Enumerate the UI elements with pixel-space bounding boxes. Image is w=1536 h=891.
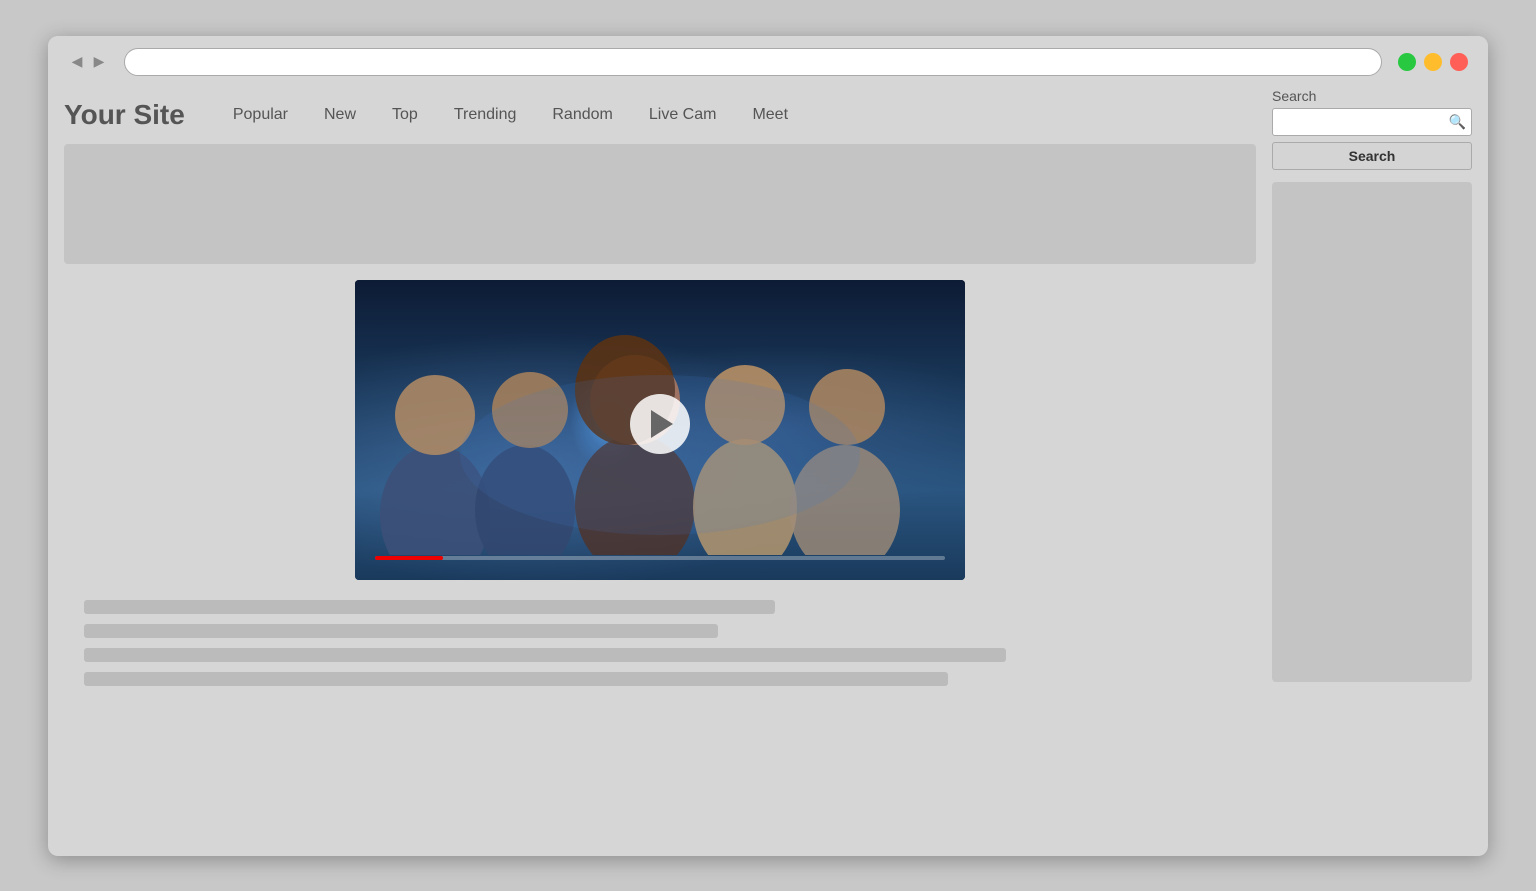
search-input-wrap: 🔍 <box>1272 108 1472 136</box>
back-arrow[interactable]: ◀ <box>68 53 86 71</box>
search-section: Search 🔍 Search <box>1272 88 1472 170</box>
nav-item-meet[interactable]: Meet <box>734 98 806 132</box>
main-layout: Your Site Popular New Top Trending Rando… <box>48 88 1488 712</box>
forward-arrow[interactable]: ▶ <box>90 53 108 71</box>
search-icon[interactable]: 🔍 <box>1449 113 1466 130</box>
nav-menu: Popular New Top Trending Random Live Cam… <box>215 98 806 132</box>
nav-item-popular[interactable]: Popular <box>215 98 306 132</box>
play-icon <box>651 410 673 438</box>
desc-line-3 <box>84 648 1006 662</box>
maximize-button[interactable] <box>1398 53 1416 71</box>
desc-line-4 <box>84 672 948 686</box>
search-input[interactable] <box>1272 108 1472 136</box>
ad-banner <box>64 144 1256 264</box>
site-logo[interactable]: Your Site <box>64 99 185 131</box>
progress-fill <box>375 556 443 560</box>
video-container <box>64 280 1256 580</box>
browser-window: ◀ ▶ Your Site Popular New Top Trending R… <box>48 36 1488 856</box>
play-button[interactable] <box>630 394 690 454</box>
content-area: Your Site Popular New Top Trending Rando… <box>64 88 1256 696</box>
search-label: Search <box>1272 88 1472 104</box>
site-header: Your Site Popular New Top Trending Rando… <box>64 88 1256 144</box>
nav-item-new[interactable]: New <box>306 98 374 132</box>
sidebar-ad <box>1272 182 1472 682</box>
address-bar[interactable] <box>124 48 1382 76</box>
video-progress-bar[interactable] <box>375 556 945 560</box>
close-button[interactable] <box>1450 53 1468 71</box>
desc-line-1 <box>84 600 775 614</box>
description-lines <box>64 600 1256 686</box>
nav-item-livecam[interactable]: Live Cam <box>631 98 735 132</box>
nav-item-random[interactable]: Random <box>534 98 630 132</box>
nav-arrows: ◀ ▶ <box>68 53 108 71</box>
video-thumbnail <box>355 280 965 580</box>
title-bar: ◀ ▶ <box>48 36 1488 88</box>
nav-item-trending[interactable]: Trending <box>436 98 535 132</box>
video-player[interactable] <box>355 280 965 580</box>
minimize-button[interactable] <box>1424 53 1442 71</box>
sidebar: Search 🔍 Search <box>1272 88 1472 696</box>
search-button[interactable]: Search <box>1272 142 1472 170</box>
window-controls <box>1398 53 1468 71</box>
desc-line-2 <box>84 624 718 638</box>
nav-item-top[interactable]: Top <box>374 98 436 132</box>
